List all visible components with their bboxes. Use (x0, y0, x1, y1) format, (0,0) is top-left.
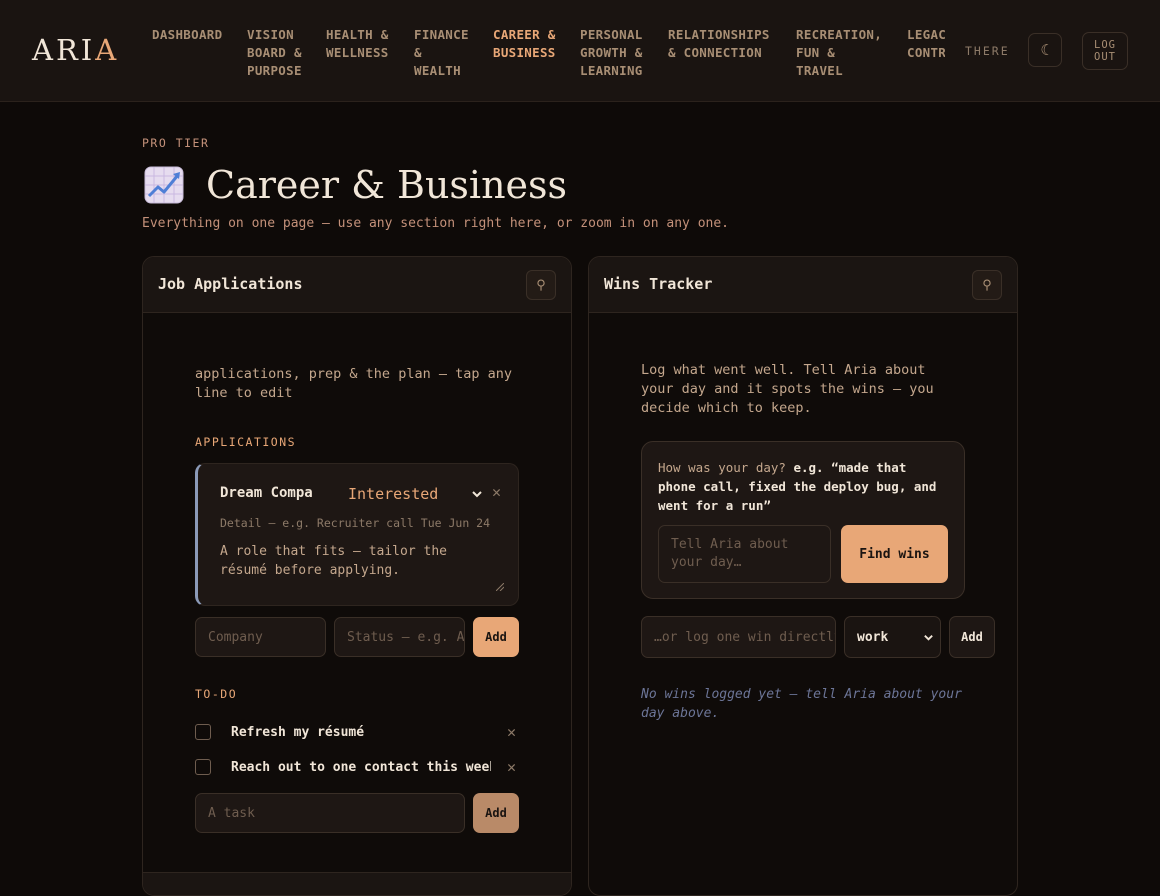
chevron-down-icon (923, 632, 934, 647)
todo-label: TO-DO (195, 687, 238, 701)
todo-text[interactable]: Reach out to one contact this week (231, 760, 491, 775)
day-description-input[interactable]: Tell Aria about your day… (658, 525, 831, 583)
pin-icon: ⚲ (536, 277, 546, 293)
direct-win-input[interactable]: …or log one win directly (641, 616, 836, 658)
prompt-question: How was your day? (658, 460, 794, 475)
card-header: Wins Tracker ⚲ (589, 257, 1017, 313)
remove-application-close-icon[interactable]: ✕ (492, 483, 501, 501)
nav-vision-board-purpose[interactable]: VISION BOARD & PURPOSE (247, 26, 302, 80)
aria-logo[interactable]: ARIA (32, 33, 119, 67)
tier-label: PRO TIER (142, 136, 210, 150)
resize-handle-icon[interactable] (495, 576, 505, 592)
todo-text[interactable]: Refresh my résumé (231, 725, 364, 740)
card-header: Job Applications ⚲ (143, 257, 571, 313)
page-subtitle: Everything on one page — use any section… (142, 216, 729, 231)
add-win-button[interactable]: Add (949, 616, 995, 658)
day-prompt-box: How was your day? e.g. “made that phone … (641, 441, 965, 599)
moon-icon: ☾ (1040, 41, 1050, 59)
win-category-select[interactable]: work (844, 616, 941, 658)
application-detail-field[interactable]: Detail — e.g. Recruiter call Tue Jun 24 (220, 516, 500, 530)
section-nav: DASHBOARD VISION BOARD & PURPOSE HEALTH … (152, 26, 945, 86)
page-heading: Career & Business (142, 160, 567, 210)
job-applications-card: Job Applications ⚲ applications, prep & … (142, 256, 572, 896)
job-intro-text: applications, prep & the plan — tap any … (195, 366, 512, 401)
application-company[interactable]: Dream Compa (220, 485, 313, 501)
application-item[interactable]: Dream Compa Interested ✕ Detail — e.g. R… (195, 463, 519, 606)
nav-finance-wealth[interactable]: FINANCE & WEALTH (414, 26, 469, 80)
status-input[interactable]: Status — e.g. Applied (334, 617, 465, 657)
empty-state-text: No wins logged yet — tell Aria about you… (641, 687, 962, 721)
application-note-textarea[interactable]: A role that fits — tailor the résumé bef… (220, 542, 500, 580)
pin-icon: ⚲ (982, 277, 992, 293)
pin-button[interactable]: ⚲ (972, 270, 1002, 300)
logo-accent-letter: A (95, 33, 120, 67)
find-wins-button[interactable]: Find wins (841, 525, 948, 583)
nav-dashboard[interactable]: DASHBOARD (152, 26, 222, 44)
task-input[interactable]: A task (195, 793, 465, 833)
page-title: Career & Business (206, 163, 568, 207)
logo-text: ARI (32, 33, 96, 67)
application-status-select[interactable]: Interested (348, 485, 438, 503)
card-title: Job Applications (158, 275, 303, 293)
nav-health-wellness[interactable]: HEALTH & WELLNESS (326, 26, 389, 62)
top-navigation-bar: ARIA DASHBOARD VISION BOARD & PURPOSE HE… (0, 0, 1160, 102)
chevron-down-icon[interactable] (471, 485, 483, 498)
applications-label: APPLICATIONS (195, 435, 297, 449)
wins-intro-text: Log what went well. Tell Aria about your… (641, 362, 934, 416)
logout-button[interactable]: LOG OUT (1082, 32, 1128, 70)
nav-personal-growth-learning[interactable]: PERSONAL GROWTH & LEARNING (580, 26, 643, 80)
nav-recreation-fun-travel[interactable]: RECREATION, FUN & TRAVEL (796, 26, 882, 80)
delete-todo-close-icon[interactable]: ✕ (507, 758, 516, 776)
todo-checkbox[interactable] (195, 724, 211, 740)
company-input[interactable]: Company (195, 617, 326, 657)
wins-tracker-card: Wins Tracker ⚲ Log what went well. Tell … (588, 256, 1018, 896)
selected-category: work (857, 629, 889, 645)
nav-career-business[interactable]: CAREER & BUSINESS (493, 26, 556, 62)
add-application-button[interactable]: Add (473, 617, 519, 657)
theme-toggle-button[interactable]: ☾ (1028, 33, 1062, 67)
chart-increasing-icon (142, 165, 186, 205)
delete-todo-close-icon[interactable]: ✕ (507, 723, 516, 741)
prompt-text: How was your day? e.g. “made that phone … (658, 458, 948, 515)
nav-legacy-contribution[interactable]: LEGACY & CONTRIBUTION (907, 26, 945, 62)
card-footer-bar (143, 872, 571, 895)
card-title: Wins Tracker (604, 275, 713, 293)
nav-relationships-connection[interactable]: RELATIONSHIPS & CONNECTION (668, 26, 770, 62)
add-task-button[interactable]: Add (473, 793, 519, 833)
user-greeting: THERE (965, 44, 1010, 58)
pin-button[interactable]: ⚲ (526, 270, 556, 300)
todo-checkbox[interactable] (195, 759, 211, 775)
